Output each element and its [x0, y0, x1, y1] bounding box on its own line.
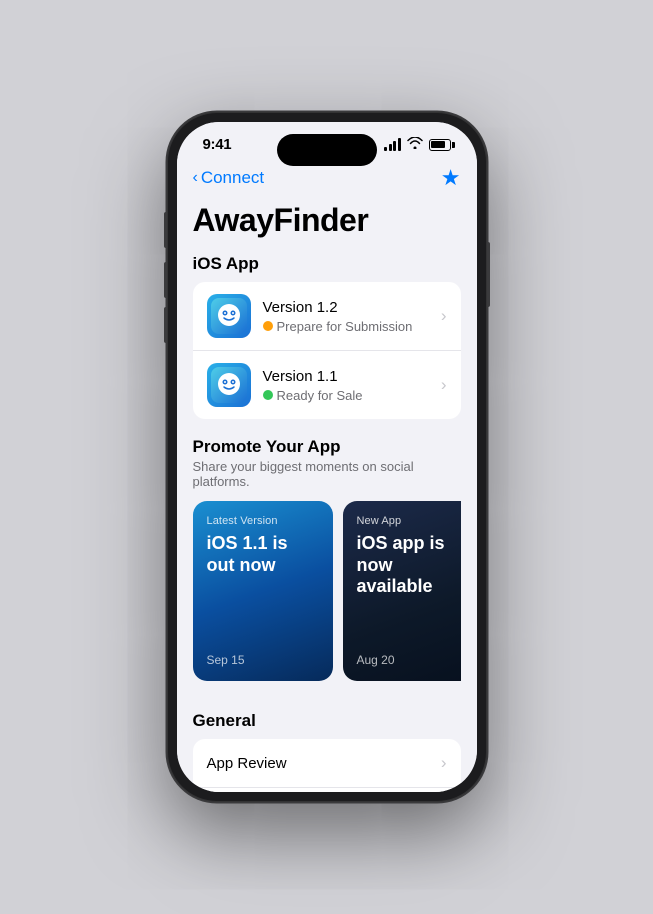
favorite-star-icon[interactable]: ★ — [441, 165, 461, 191]
status-dot-green — [263, 390, 273, 400]
card-tag-2: New App — [357, 515, 461, 527]
card-date-1: Sep 15 — [207, 653, 319, 667]
version-status-2: Ready for Sale — [263, 388, 429, 403]
version-row-1[interactable]: Version 1.2 Prepare for Submission › — [193, 282, 461, 350]
version-title-2: Version 1.1 — [263, 368, 429, 386]
wifi-icon — [407, 137, 423, 152]
chevron-app-review: › — [441, 753, 447, 773]
ios-section-header: iOS App — [177, 250, 477, 282]
versions-card: Version 1.2 Prepare for Submission › — [193, 282, 461, 419]
battery-icon — [429, 139, 451, 151]
general-card: App Review › App Information › Ratings a… — [193, 739, 461, 792]
version-status-text-2: Ready for Sale — [277, 388, 363, 403]
promote-subtitle: Share your biggest moments on social pla… — [193, 459, 461, 489]
status-dot-yellow — [263, 321, 273, 331]
card-title-2: iOS app is now available — [357, 533, 461, 598]
version-title-1: Version 1.2 — [263, 299, 429, 317]
phone-frame: 9:41 — [167, 112, 487, 802]
row-chevron-2: › — [441, 375, 447, 395]
promote-card-2[interactable]: New App iOS app is now available Aug 20 — [343, 501, 461, 681]
card-date-2: Aug 20 — [357, 653, 461, 667]
main-content[interactable]: ‹ Connect ★ AwayFinder iOS App — [177, 157, 477, 792]
app-icon-v12 — [207, 294, 251, 338]
general-row-app-info[interactable]: App Information › — [193, 787, 461, 792]
version-row-2[interactable]: Version 1.1 Ready for Sale › — [193, 350, 461, 419]
status-time: 9:41 — [203, 136, 232, 153]
general-row-label-app-review: App Review — [207, 755, 287, 772]
back-label: Connect — [201, 168, 264, 188]
promote-title: Promote Your App — [193, 437, 461, 457]
app-title-section: AwayFinder — [177, 195, 477, 250]
general-section: General App Review › App Information › R… — [177, 693, 477, 792]
card-title-1: iOS 1.1 is out now — [207, 533, 319, 576]
back-button[interactable]: ‹ Connect — [193, 168, 265, 188]
version-status-1: Prepare for Submission — [263, 319, 429, 334]
promote-cards: Latest Version iOS 1.1 is out now Sep 15… — [193, 501, 461, 681]
app-icon-v11 — [207, 363, 251, 407]
general-row-app-review[interactable]: App Review › — [193, 739, 461, 787]
version-info-2: Version 1.1 Ready for Sale — [263, 368, 429, 403]
card-tag-1: Latest Version — [207, 515, 319, 527]
version-info-1: Version 1.2 Prepare for Submission — [263, 299, 429, 334]
signal-icon — [384, 138, 401, 151]
row-chevron-1: › — [441, 306, 447, 326]
phone-screen: 9:41 — [177, 122, 477, 792]
status-icons — [384, 137, 451, 152]
promote-card-1[interactable]: Latest Version iOS 1.1 is out now Sep 15 — [193, 501, 333, 681]
promote-section: Promote Your App Share your biggest mome… — [177, 419, 477, 693]
app-title: AwayFinder — [193, 203, 461, 238]
general-header: General — [177, 711, 477, 739]
version-status-text-1: Prepare for Submission — [277, 319, 413, 334]
back-chevron-icon: ‹ — [193, 169, 198, 187]
dynamic-island — [277, 134, 377, 166]
